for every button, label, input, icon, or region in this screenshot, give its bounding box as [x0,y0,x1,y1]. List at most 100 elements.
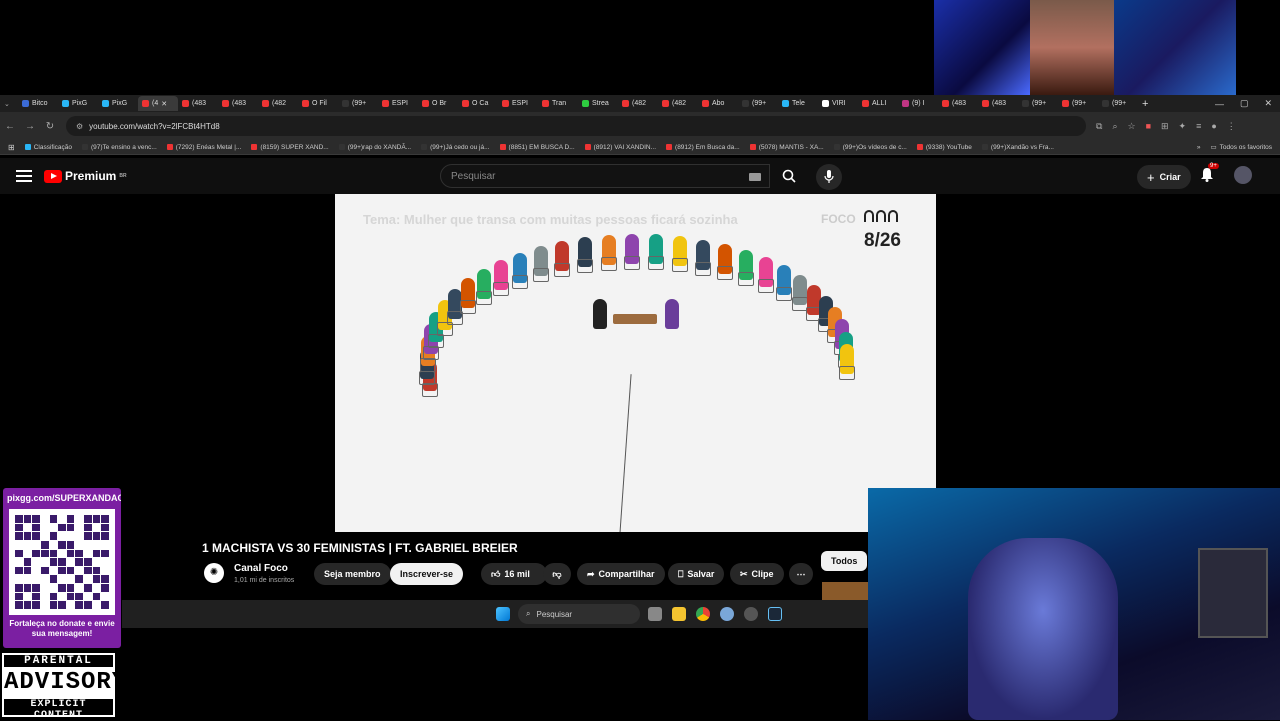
voice-search-button[interactable] [816,164,842,190]
browser-tab[interactable]: (99+ [1058,96,1098,111]
youtube-logo[interactable]: Premium BR [44,169,127,183]
join-button[interactable]: Seja membro [314,563,391,585]
browser-tab[interactable]: Tele [778,96,818,111]
browser-tab[interactable]: PixG [58,96,98,111]
windows-start-icon[interactable] [496,607,510,621]
subscribe-button[interactable]: Inscrever-se [390,563,464,585]
puzzle-icon[interactable]: ✦ [1179,121,1187,132]
back-icon[interactable]: ← [0,121,20,132]
qr-module [58,558,66,566]
keyboard-icon[interactable] [749,173,761,181]
tab-close-icon[interactable]: ✕ [161,100,167,108]
bookmark-item[interactable]: (99+)Os vídeos de c... [833,144,907,151]
tab-search-menu[interactable]: ⌄ [0,96,18,111]
browser-tab[interactable]: (99+ [1098,96,1138,111]
channel-avatar[interactable]: ✺ [204,563,224,583]
browser-tab[interactable]: (4 ✕ [138,96,178,111]
bookmark-item[interactable]: (7292) Enéas Metal |... [166,144,241,151]
browser-tab[interactable]: ESPI [498,96,538,111]
search-button[interactable] [772,164,806,188]
browser-tab[interactable]: O Br [418,96,458,111]
browser-tab[interactable]: PixG [98,96,138,111]
file-explorer-icon[interactable] [672,607,686,621]
bookmark-item[interactable]: (8912) Em Busca da... [666,144,740,151]
all-bookmarks[interactable]: ▭ Todos os favoritos [1210,143,1272,152]
bookmark-item[interactable]: (99+)Já cedo ou já... [421,144,490,151]
browser-tab[interactable]: (482 [258,96,298,111]
media-icon[interactable]: ≡ [1196,121,1201,132]
bookmark-item[interactable]: (8851) EM BUSCA D... [499,144,575,151]
browser-tab[interactable]: Bitco [18,96,58,111]
taskbar-search[interactable]: ⌕ Pesquisar [518,604,640,624]
search-input[interactable]: Pesquisar [440,164,770,188]
related-thumbnail[interactable] [822,582,868,600]
menu-icon[interactable]: ⋮ [1227,121,1236,132]
browser-tab[interactable]: Strea [578,96,618,111]
bookmark-item[interactable]: (97)Te ensino a venc... [82,144,157,151]
bookmark-item[interactable]: Classificação [24,144,72,151]
site-info-icon[interactable]: ⚙ [76,122,83,131]
star-icon[interactable]: ☆ [1127,121,1135,132]
browser-tab[interactable]: (482 [658,96,698,111]
obs-icon[interactable] [744,607,758,621]
browser-tab[interactable]: (482 [618,96,658,111]
browser-tab[interactable]: (483 [978,96,1018,111]
browser-tab[interactable]: (99+ [738,96,778,111]
menu-hamburger-icon[interactable] [16,170,32,182]
browser-tab[interactable]: ESPI [378,96,418,111]
profile-icon[interactable]: ● [1211,121,1216,132]
zoom-icon[interactable]: ⌕ [1112,121,1117,132]
dislike-button[interactable]: 👎︎ [543,563,571,585]
video-player[interactable]: Tema: Mulher que transa com muitas pesso… [335,194,936,532]
browser-tab[interactable]: (483 [178,96,218,111]
browser-tab[interactable]: Tran [538,96,578,111]
channel-name[interactable]: Canal Foco [234,563,288,574]
minimize-icon[interactable]: — [1215,99,1224,109]
browser-tab[interactable]: VIRI [818,96,858,111]
browser-tab[interactable]: (99+ [338,96,378,111]
bookmark-item[interactable]: (9338) YouTube [916,144,972,151]
bookmark-item[interactable]: (8159) SUPER XAND... [251,144,329,151]
forward-icon[interactable]: → [20,121,40,132]
browser-tab[interactable]: (483 [218,96,258,111]
reload-icon[interactable]: ↻ [40,121,60,132]
maximize-icon[interactable]: ▢ [1240,98,1249,109]
bookmark-item[interactable]: (99+)Xandão vs Fra... [981,144,1054,151]
steam-icon[interactable] [768,607,782,621]
qr-module [84,575,92,584]
account-avatar[interactable] [1234,166,1252,184]
qr-module [84,540,92,549]
new-tab-button[interactable]: + [1138,96,1154,111]
notifications-button[interactable]: 9+ [1200,163,1219,187]
browser-tab[interactable]: ALLI [858,96,898,111]
browser-tab[interactable]: Abo [698,96,738,111]
install-icon[interactable]: ⧉ [1096,121,1102,132]
bookmark-item[interactable]: (5078) MANTIS - XA... [749,144,824,151]
settings-icon[interactable] [720,607,734,621]
more-actions-button[interactable]: ⋯ [789,563,813,585]
browser-tab[interactable]: O Ca [458,96,498,111]
apps-icon[interactable]: ⊞ [8,143,15,152]
like-button[interactable]: 👍︎ 16 mil [481,563,547,585]
url-field[interactable]: ⚙ youtube.com/watch?v=2lFCBt4HTd8 [66,116,1086,136]
share-button[interactable]: ➦ Compartilhar [577,563,665,585]
save-button[interactable]: ⎕ Salvar [668,563,725,585]
task-view-icon[interactable] [648,607,662,621]
bookmark-item[interactable]: (8912) VAI XANDIN... [584,144,656,151]
browser-tab[interactable]: (99+ [1018,96,1058,111]
extension-icon[interactable]: ■ [1146,121,1151,132]
translate-icon[interactable]: ⊞ [1161,121,1169,132]
share-label: Compartilhar [598,569,655,579]
browser-tab[interactable]: O Fil [298,96,338,111]
qr-module [49,540,58,549]
bookmarks-overflow-icon[interactable]: » [1197,144,1201,151]
chrome-icon[interactable] [696,607,710,621]
browser-tab[interactable]: (483 [938,96,978,111]
browser-tab[interactable]: (9) I [898,96,938,111]
qr-module [84,515,92,523]
clip-button[interactable]: ✂ Clipe [730,563,784,585]
bookmark-item[interactable]: (99+)rap do XANDÃ... [338,144,411,151]
close-icon[interactable]: ✕ [1264,98,1272,109]
filter-chip-all[interactable]: Todos [821,551,868,571]
create-button[interactable]: + Criar [1137,165,1191,189]
